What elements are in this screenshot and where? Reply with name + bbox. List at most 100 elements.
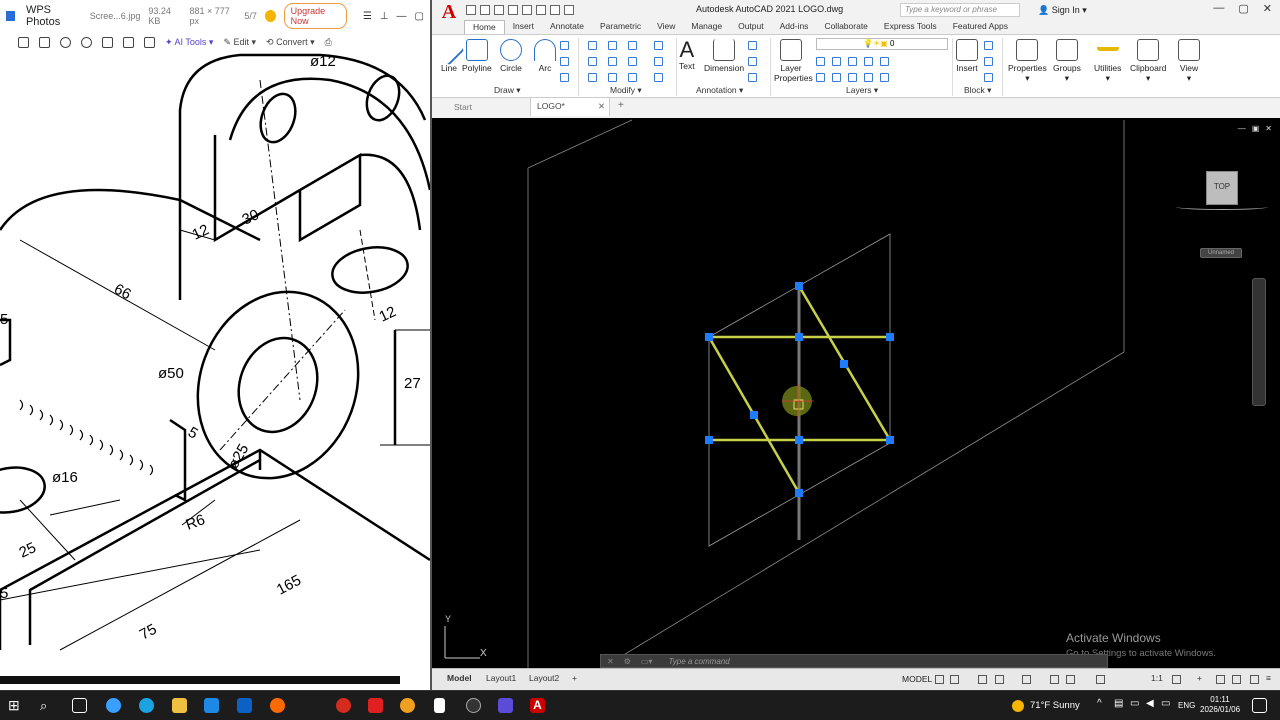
hand-icon[interactable] — [144, 36, 155, 48]
close-button[interactable]: ✕ — [1263, 2, 1272, 15]
offset-icon[interactable] — [654, 73, 663, 82]
language-indicator[interactable]: ENG — [1178, 701, 1195, 710]
properties-button[interactable]: Properties ▾ — [1008, 39, 1047, 84]
block-tool-icon[interactable] — [984, 57, 993, 66]
redo-icon[interactable] — [564, 5, 574, 15]
annotation-icon[interactable] — [1096, 675, 1105, 684]
scale-icon[interactable] — [608, 73, 617, 82]
edge-icon[interactable] — [139, 698, 154, 713]
web-icon[interactable] — [522, 5, 532, 15]
ai-tools-button[interactable]: ✦ AI Tools ▾ — [165, 37, 213, 48]
command-history-icon[interactable]: ▭▾ — [641, 657, 653, 666]
tray-app-icon[interactable]: ▤ — [1114, 698, 1129, 713]
rectangle-icon[interactable] — [560, 41, 569, 50]
layer-tool-icon[interactable] — [816, 73, 825, 82]
autocad-logo-icon[interactable]: A — [438, 1, 460, 23]
block-group-label[interactable]: Block ▾ — [964, 85, 991, 96]
dimension-button[interactable]: Dimension — [704, 39, 744, 73]
circle-button[interactable]: Circle — [500, 39, 522, 73]
upgrade-button[interactable]: Upgrade Now — [283, 3, 347, 29]
new-icon[interactable] — [466, 5, 476, 15]
osnap-icon[interactable] — [1050, 675, 1059, 684]
mirror-icon[interactable] — [608, 57, 617, 66]
command-input[interactable]: Type a command — [668, 657, 729, 666]
wps-office-icon[interactable] — [368, 698, 383, 713]
viewcube-compass[interactable] — [1176, 204, 1268, 210]
tab-output[interactable]: Output — [730, 20, 772, 34]
layers-group-label[interactable]: Layers ▾ — [846, 85, 878, 96]
tab-model[interactable]: Model — [447, 673, 472, 683]
utilities-button[interactable]: Utilities ▾ — [1094, 39, 1121, 84]
zoom-in-icon[interactable] — [60, 36, 71, 48]
rotate-icon[interactable] — [608, 41, 617, 50]
navigation-bar[interactable] — [1252, 278, 1266, 406]
volume-icon[interactable]: ◀ — [1146, 698, 1161, 713]
convert-button[interactable]: ⟲ Convert ▾ — [266, 37, 315, 48]
annotation-scale[interactable]: 1:1 — [1151, 673, 1163, 683]
insert-button[interactable]: Insert — [956, 39, 978, 73]
notification-icon[interactable] — [1252, 698, 1267, 713]
polyline-button[interactable]: Polyline — [462, 39, 492, 73]
autocad-taskbar-icon[interactable]: A — [530, 698, 545, 713]
stretch-icon[interactable] — [588, 73, 597, 82]
selection-icon[interactable] — [1066, 675, 1075, 684]
save-icon[interactable] — [494, 5, 504, 15]
obs-icon[interactable] — [466, 698, 481, 713]
chrome-icon[interactable] — [400, 698, 415, 713]
layer-properties-button[interactable]: Layer Properties — [774, 39, 813, 83]
vp-close-icon[interactable]: ✕ — [1265, 124, 1272, 133]
vp-restore-icon[interactable]: ▣ — [1252, 124, 1260, 133]
fullscreen-icon[interactable] — [18, 36, 29, 48]
tab-layout2[interactable]: Layout2 — [529, 673, 559, 683]
tab-layout1[interactable]: Layout1 — [486, 673, 516, 683]
grid-icon[interactable] — [935, 675, 944, 684]
zoom-out-icon[interactable] — [81, 36, 92, 48]
copy-icon[interactable] — [588, 57, 597, 66]
view-button[interactable]: View ▾ — [1178, 39, 1200, 84]
customize-icon[interactable]: ⚙ — [624, 657, 631, 666]
wps-photos-icon[interactable] — [498, 698, 513, 713]
print-icon[interactable]: ⎙ — [325, 37, 332, 48]
copilot-icon[interactable] — [106, 698, 121, 713]
edit-button[interactable]: ✎ Edit ▾ — [223, 37, 256, 48]
text-button[interactable]: A Text — [679, 39, 695, 72]
fillet-icon[interactable] — [628, 57, 637, 66]
status-model-toggle[interactable]: MODEL — [902, 674, 932, 684]
tab-express-tools[interactable]: Express Tools — [876, 20, 945, 34]
linear-dim-icon[interactable] — [748, 41, 757, 50]
windows-start-icon[interactable]: ⊞ — [8, 698, 23, 713]
arc-button[interactable]: Arc — [534, 39, 556, 73]
isolate-icon[interactable] — [1216, 675, 1225, 684]
snap-icon[interactable] — [950, 675, 959, 684]
layer-tool-icon[interactable] — [832, 57, 841, 66]
tab-view[interactable]: View — [649, 20, 683, 34]
layer-tool-icon[interactable] — [864, 73, 873, 82]
line-button[interactable]: Line — [433, 34, 465, 73]
tray-chevron-icon[interactable]: ^ — [1097, 698, 1112, 713]
trim-icon[interactable] — [628, 41, 637, 50]
new-tab-icon[interactable]: + — [618, 100, 624, 111]
battery-icon[interactable]: ▭ — [1161, 698, 1176, 713]
layer-tool-icon[interactable] — [848, 57, 857, 66]
layer-dropdown[interactable]: 💡☀▣ 0 — [816, 38, 948, 50]
tab-start[interactable]: Start — [454, 102, 472, 112]
firefox-icon[interactable] — [270, 698, 285, 713]
layer-tool-icon[interactable] — [816, 57, 825, 66]
crown-icon[interactable] — [264, 10, 276, 22]
tab-featured-apps[interactable]: Featured Apps — [945, 20, 1016, 34]
outlook-icon[interactable] — [237, 698, 252, 713]
explode-icon[interactable] — [654, 57, 663, 66]
document-icon[interactable] — [434, 698, 445, 713]
pin-icon[interactable]: ⊥ — [380, 11, 389, 22]
table-icon[interactable] — [748, 73, 757, 82]
tab-manage[interactable]: Manage — [683, 20, 730, 34]
modify-group-label[interactable]: Modify ▾ — [610, 85, 642, 96]
erase-icon[interactable] — [654, 41, 663, 50]
sign-in-button[interactable]: 👤 Sign In ▾ — [1038, 5, 1087, 16]
move-icon[interactable] — [588, 41, 597, 50]
viewcube[interactable]: TOP — [1206, 171, 1238, 205]
close-icon[interactable]: ✕ — [607, 657, 614, 666]
leader-icon[interactable] — [748, 57, 757, 66]
annotation-group-label[interactable]: Annotation ▾ — [696, 85, 743, 96]
tab-parametric[interactable]: Parametric — [592, 20, 649, 34]
